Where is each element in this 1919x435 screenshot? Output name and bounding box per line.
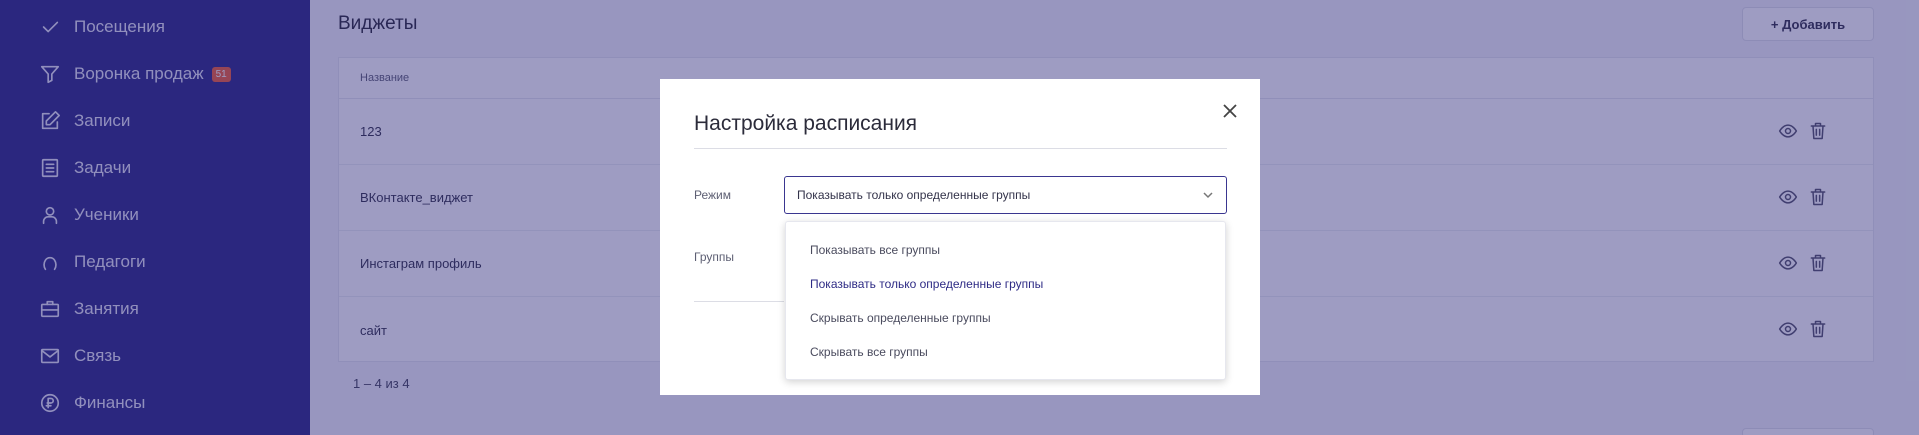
divider (694, 148, 1227, 149)
mode-select-value: Показывать только определенные группы (797, 188, 1031, 202)
close-button[interactable] (1220, 101, 1240, 121)
option-hide-selected[interactable]: Скрывать определенные группы (810, 311, 991, 325)
mode-select[interactable]: Показывать только определенные группы (784, 176, 1227, 214)
chevron-down-icon (1202, 189, 1214, 201)
option-show-all[interactable]: Показывать все группы (810, 243, 940, 257)
close-icon (1223, 104, 1237, 118)
divider (694, 301, 784, 302)
mode-label: Режим (694, 188, 731, 202)
option-show-selected[interactable]: Показывать только определенные группы (810, 277, 1043, 291)
mode-dropdown: Показывать все группы Показывать только … (785, 221, 1226, 380)
modal-title: Настройка расписания (694, 112, 918, 135)
groups-label: Группы (694, 250, 734, 264)
option-hide-all[interactable]: Скрывать все группы (810, 345, 928, 359)
